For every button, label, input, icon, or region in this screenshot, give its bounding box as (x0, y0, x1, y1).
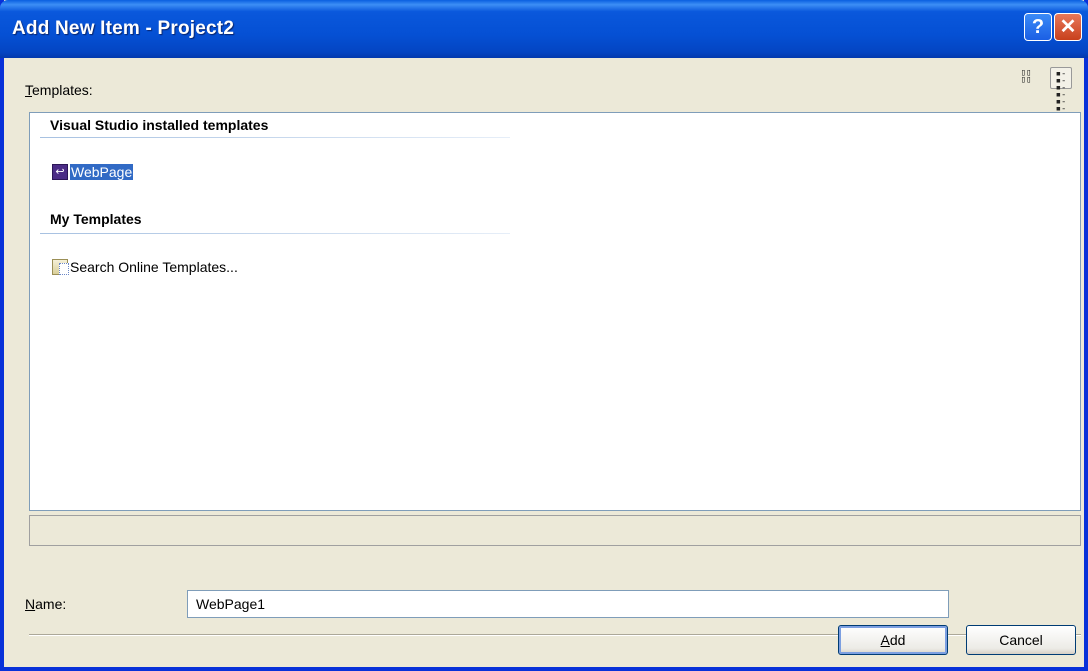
template-description (29, 515, 1081, 546)
add-new-item-dialog: Add New Item - Project2 ? ✕ Templates: ▯… (0, 0, 1088, 671)
help-button[interactable]: ? (1024, 13, 1052, 41)
name-label: Name: (25, 596, 67, 612)
template-item-search-online[interactable]: Search Online Templates... (52, 256, 238, 278)
templates-list[interactable]: Visual Studio installed templates ↩ WebP… (29, 112, 1081, 511)
title-bar[interactable]: Add New Item - Project2 ? ✕ (0, 0, 1088, 58)
template-item-webpage[interactable]: ↩ WebPage (52, 161, 134, 183)
group-header-my-templates: My Templates (50, 211, 142, 227)
close-button[interactable]: ✕ (1054, 13, 1082, 41)
webpage-icon: ↩ (52, 164, 68, 180)
search-online-icon (52, 259, 69, 275)
cancel-button[interactable]: Cancel (966, 625, 1076, 655)
templates-label: Templates: (25, 82, 93, 98)
group-header-installed: Visual Studio installed templates (50, 117, 269, 133)
template-item-label: WebPage (70, 164, 134, 180)
small-icons-view-icon[interactable]: ▪-▪- ▪-▪- ▪-▪- (1050, 67, 1072, 114)
add-button[interactable]: Add (838, 625, 948, 655)
group-divider (40, 137, 510, 138)
group-divider (40, 233, 510, 234)
template-item-label: Search Online Templates... (70, 259, 238, 275)
dialog-title: Add New Item - Project2 (12, 18, 235, 39)
large-icons-view-icon[interactable]: ▯▯ ▯▯ (1015, 67, 1037, 89)
name-input[interactable] (187, 590, 949, 618)
